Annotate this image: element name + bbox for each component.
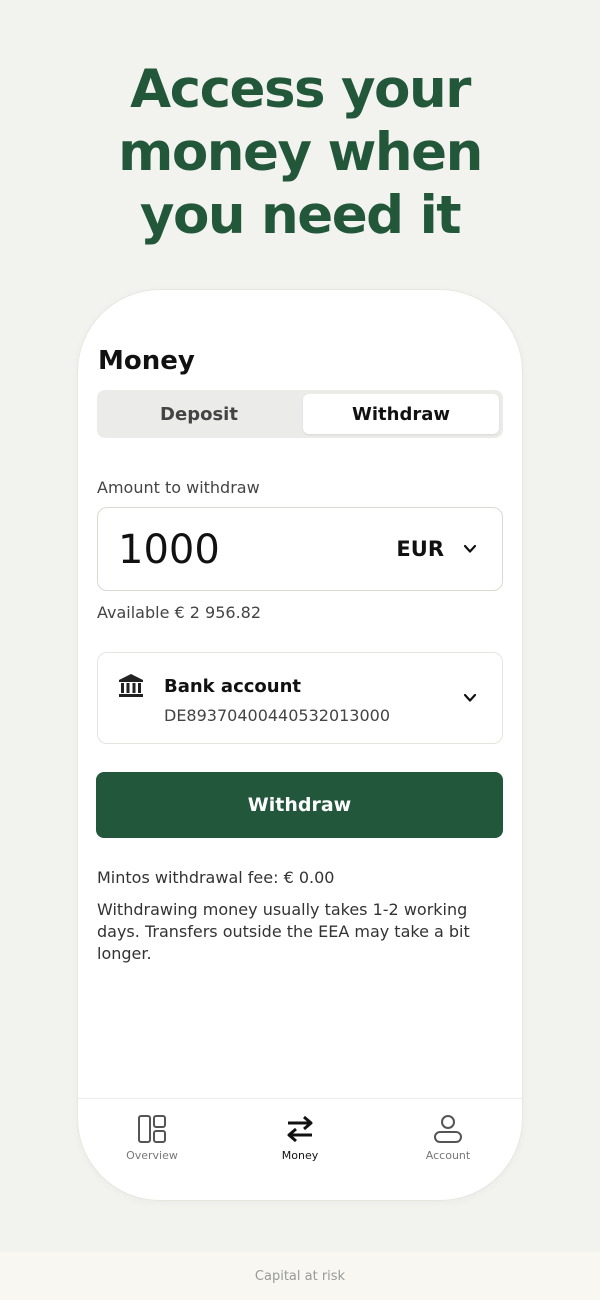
headline-line-2: money when [118,122,483,183]
nav-money[interactable]: Money [240,1113,360,1162]
bottom-nav: Overview Money Account [78,1098,522,1200]
headline-line-1: Access your [130,59,471,120]
page-title: Money [98,346,195,376]
user-icon [434,1115,462,1143]
withdrawal-fee: Mintos withdrawal fee: € 0.00 [97,868,335,887]
nav-account-label: Account [425,1149,471,1162]
currency-select[interactable]: EUR [396,532,478,566]
amount-field: EUR [97,507,503,591]
amount-input[interactable] [116,526,360,574]
nav-money-label: Money [281,1149,319,1162]
nav-account[interactable]: Account [388,1113,508,1162]
transfer-arrows-icon [287,1115,313,1143]
bank-account-select[interactable]: Bank account DE89370400440532013000 [97,652,503,744]
headline-line-3: you need it [139,185,462,246]
chevron-down-icon [463,544,477,553]
nav-overview[interactable]: Overview [92,1113,212,1162]
currency-label: EUR [396,537,444,561]
headline: Access your money when you need it [0,58,600,247]
phone-mockup: Money Deposit Withdraw Amount to withdra… [78,290,522,1200]
tab-deposit[interactable]: Deposit [101,394,297,434]
available-balance: Available € 2 956.82 [97,603,262,622]
nav-overview-label: Overview [126,1149,178,1162]
bank-account-name: Bank account [164,676,302,697]
tab-withdraw[interactable]: Withdraw [303,394,499,434]
bank-icon [119,674,143,697]
bank-account-iban: DE89370400440532013000 [164,706,391,725]
withdrawal-info: Withdrawing money usually takes 1-2 work… [97,900,470,963]
deposit-withdraw-toggle: Deposit Withdraw [97,390,503,438]
withdraw-button[interactable]: Withdraw [96,772,503,838]
amount-label: Amount to withdraw [97,478,260,497]
risk-disclaimer: Capital at risk [0,1252,600,1300]
overview-icon [138,1115,166,1143]
chevron-down-icon [463,693,477,702]
